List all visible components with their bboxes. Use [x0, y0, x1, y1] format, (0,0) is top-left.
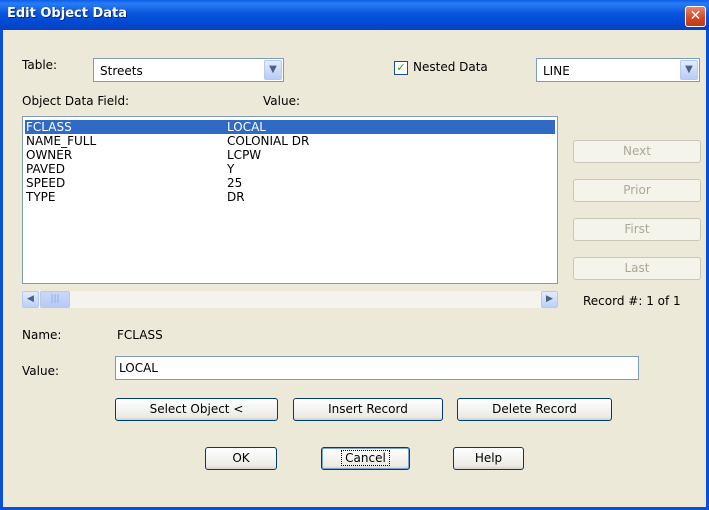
value-column-header: Value:	[263, 94, 300, 108]
field-value: DR	[227, 190, 245, 204]
list-item[interactable]: OWNER LCPW	[25, 148, 555, 162]
window-border-left	[0, 30, 3, 510]
cancel-label: Cancel	[341, 450, 390, 466]
field-value: COLONIAL DR	[227, 134, 310, 148]
close-icon[interactable]: ✕	[685, 6, 706, 27]
type-dropdown-value: LINE	[543, 64, 570, 78]
scrollbar-thumb[interactable]: |||	[40, 291, 70, 308]
select-object-button[interactable]: Select Object <	[115, 398, 278, 421]
field-value: Y	[227, 162, 235, 176]
first-button[interactable]: First	[573, 218, 701, 241]
field-name: OWNER	[26, 148, 73, 162]
type-dropdown[interactable]: LINE ▼	[536, 58, 700, 82]
name-value: FCLASS	[117, 328, 163, 342]
insert-record-button[interactable]: Insert Record	[293, 398, 443, 421]
nested-data-checkbox[interactable]: ✓	[394, 61, 408, 75]
value-input[interactable]: LOCAL	[115, 356, 639, 380]
horizontal-scrollbar[interactable]: ◀ ||| ▶	[22, 291, 558, 308]
field-name: SPEED	[26, 176, 66, 190]
name-label: Name:	[22, 328, 62, 342]
nested-data-label: Nested Data	[413, 60, 488, 74]
delete-record-button[interactable]: Delete Record	[457, 398, 612, 421]
field-name: TYPE	[26, 190, 56, 204]
value-label: Value:	[22, 364, 59, 378]
arrow-left-icon[interactable]: ◀	[22, 291, 39, 308]
field-name: PAVED	[26, 162, 65, 176]
record-counter: Record #: 1 of 1	[583, 294, 681, 308]
field-name: NAME_FULL	[26, 134, 97, 148]
list-item[interactable]: SPEED 25	[25, 176, 555, 190]
table-label: Table:	[22, 58, 58, 72]
help-button[interactable]: Help	[453, 447, 524, 470]
field-column-header: Object Data Field:	[22, 94, 130, 108]
cancel-button[interactable]: Cancel	[321, 447, 410, 470]
window-title: Edit Object Data	[7, 6, 128, 21]
field-value: LCPW	[227, 148, 262, 162]
list-item[interactable]: FCLASS LOCAL	[25, 120, 555, 134]
table-dropdown-value: Streets	[100, 64, 143, 78]
object-data-list[interactable]: FCLASS LOCAL NAME_FULL COLONIAL DR OWNER…	[22, 116, 558, 284]
ok-button[interactable]: OK	[205, 447, 277, 470]
field-name: FCLASS	[26, 120, 72, 134]
value-input-text: LOCAL	[119, 361, 158, 375]
list-item[interactable]: NAME_FULL COLONIAL DR	[25, 134, 555, 148]
chevron-down-icon[interactable]: ▼	[680, 60, 698, 80]
next-button[interactable]: Next	[573, 140, 701, 163]
table-dropdown[interactable]: Streets ▼	[93, 58, 284, 82]
title-bar: Edit Object Data ✕	[0, 0, 709, 30]
chevron-down-icon[interactable]: ▼	[264, 60, 282, 80]
list-item[interactable]: TYPE DR	[25, 190, 555, 204]
arrow-right-icon[interactable]: ▶	[541, 291, 558, 308]
last-button[interactable]: Last	[573, 257, 701, 280]
field-value: LOCAL	[227, 120, 266, 134]
field-value: 25	[227, 176, 243, 190]
prior-button[interactable]: Prior	[573, 179, 701, 202]
list-item[interactable]: PAVED Y	[25, 162, 555, 176]
